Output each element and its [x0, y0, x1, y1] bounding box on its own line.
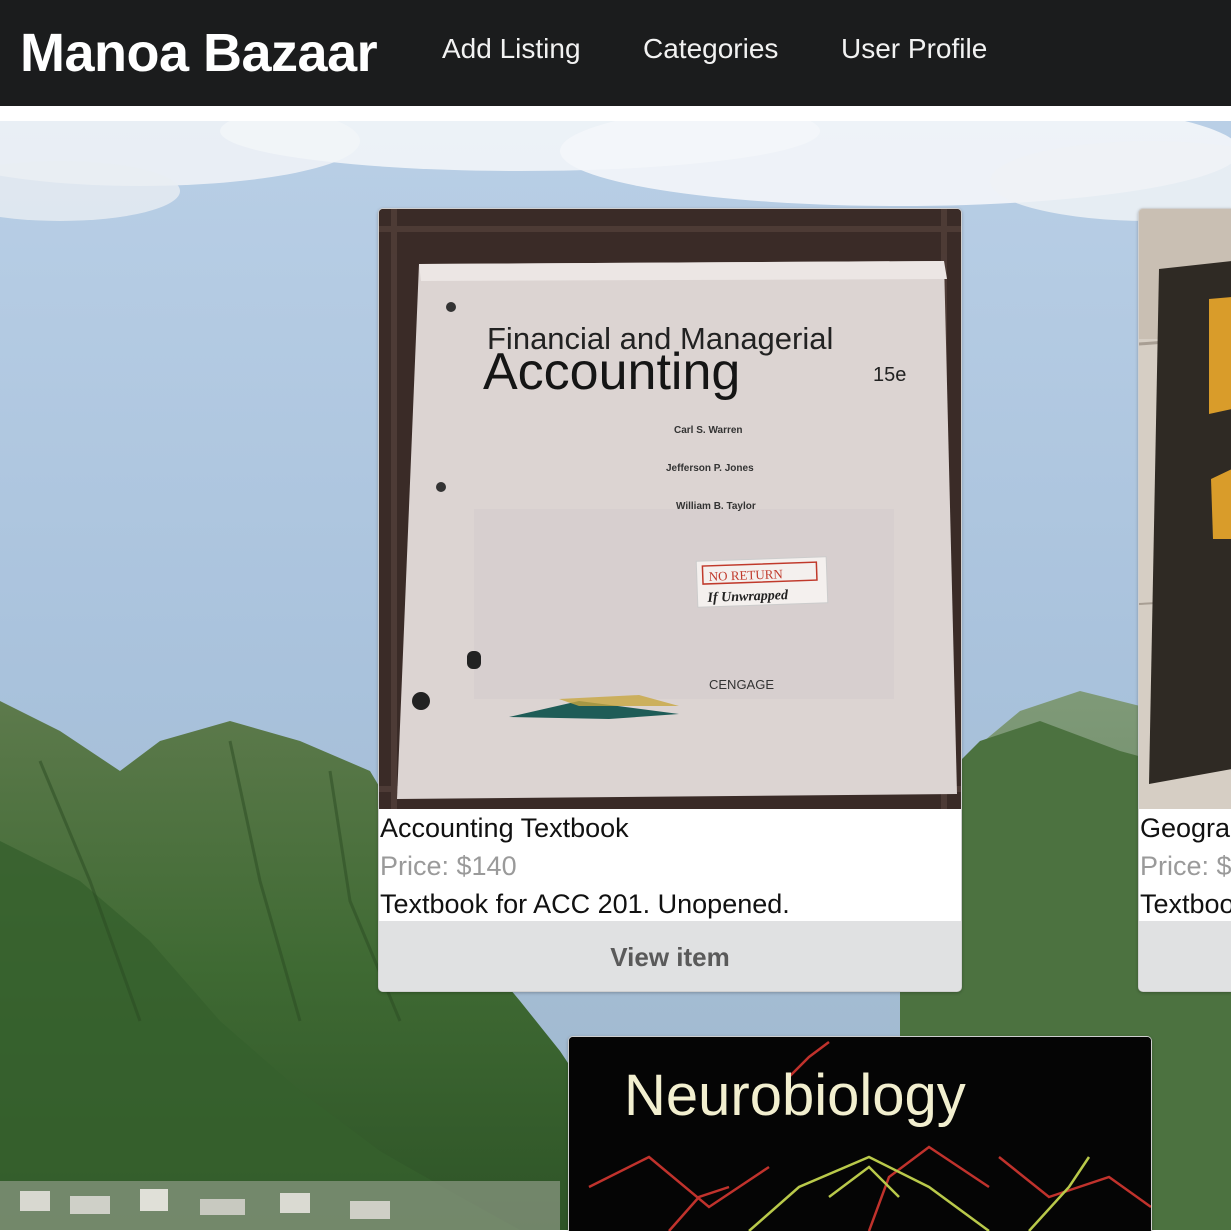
cover-author-1: Carl S. Warren: [674, 425, 743, 436]
cover-author-2: Jefferson P. Jones: [666, 463, 754, 474]
sticker-line-1: NO RETURN: [709, 566, 784, 584]
top-navbar: Manoa Bazaar Add Listing Categories User…: [0, 0, 1231, 106]
cover-author-3: William B. Taylor: [676, 501, 756, 512]
sticker-line-2: If Unwrapped: [706, 588, 789, 606]
cover-title-line2: Accounting: [483, 343, 740, 401]
listing-card: Financial and Managerial Accounting 15e …: [378, 208, 962, 992]
listing-description: Textbook for ACC 201. Unopened.: [380, 889, 790, 919]
listing-description: Textboo: [1140, 889, 1231, 919]
listing-price: Price: $: [1140, 851, 1231, 881]
listing-card: Neurobiology: [568, 1036, 1152, 1231]
listing-title: Geogra: [1140, 813, 1231, 843]
listing-title: Accounting Textbook: [380, 813, 629, 843]
nav-categories[interactable]: Categories: [643, 33, 778, 65]
cover-title: Neurobiology: [624, 1063, 966, 1128]
listing-card: Geogra Price: $ Textboo: [1138, 208, 1231, 992]
listing-image: Neurobiology: [569, 1037, 1151, 1231]
view-item-button[interactable]: View item: [379, 921, 961, 991]
brand-logo[interactable]: Manoa Bazaar: [20, 22, 378, 84]
listing-image: [1139, 209, 1231, 809]
cover-publisher: CENGAGE: [709, 677, 774, 692]
nav-user-profile[interactable]: User Profile: [841, 33, 987, 65]
view-item-button[interactable]: [1139, 921, 1231, 991]
listing-price: Price: $140: [380, 851, 517, 881]
nav-add-listing[interactable]: Add Listing: [442, 33, 581, 65]
cover-edition: 15e: [873, 364, 906, 386]
listing-image: Financial and Managerial Accounting 15e …: [379, 209, 961, 809]
